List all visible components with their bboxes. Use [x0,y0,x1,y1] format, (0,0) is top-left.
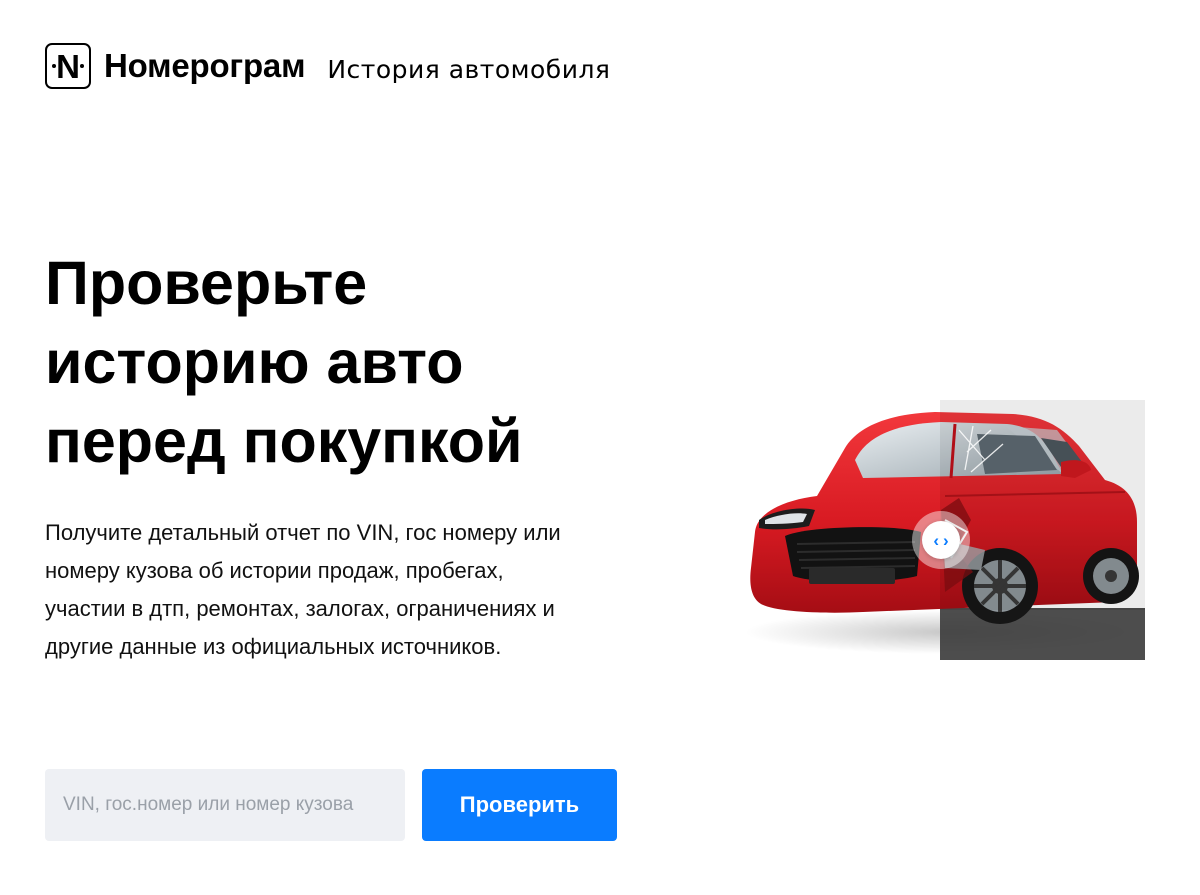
car-comparison-image: ‹ › [745,400,1145,670]
logo-icon[interactable]: N [45,43,91,89]
check-button[interactable]: Проверить [422,769,617,841]
compare-slider-handle[interactable]: ‹ › [912,511,970,569]
arrow-left-icon: ‹ [933,530,939,550]
arrow-right-icon: › [943,530,949,550]
logo-dot-left [52,64,56,68]
site-header: N Номерограм История автомобиля [45,40,610,92]
hero-description: Получите детальный отчет по VIN, гос ном… [45,520,561,659]
compare-arrows-icon: ‹ › [922,521,960,559]
vin-search-input[interactable] [45,769,405,841]
brand-name[interactable]: Номерограм [104,47,306,85]
hero-title: Проверьте историю авто перед покупкой [45,244,685,481]
logo-dot-right [80,64,84,68]
hero-title-line-2: историю авто [45,328,464,396]
hero-title-line-1: Проверьте [45,249,368,317]
logo-letter: N [56,47,80,85]
hero-title-line-3: перед покупкой [45,407,523,475]
brand-tagline: История автомобиля [327,54,611,84]
